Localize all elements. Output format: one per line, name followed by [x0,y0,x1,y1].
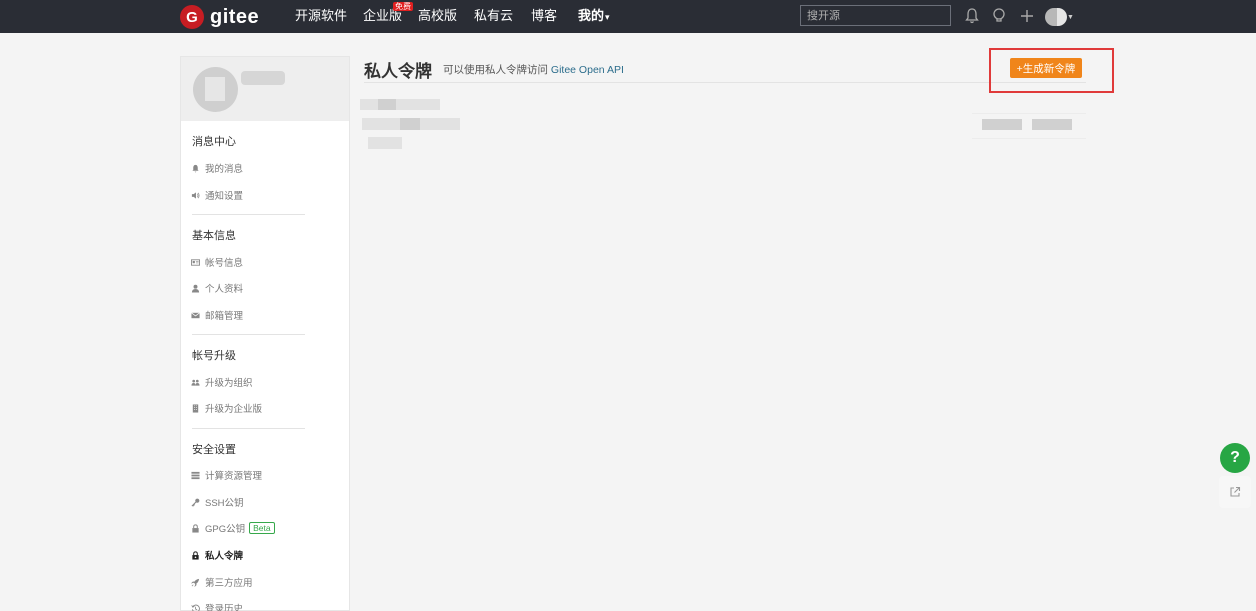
sidebar-profile-header [181,57,349,121]
chevron-down-icon: ▼ [1067,14,1074,21]
history-icon [191,604,200,611]
gitee-logo-icon: G [180,5,204,29]
sidebar-item-label: 登录历史 [205,604,244,611]
section-title-security: 安全设置 [192,444,236,456]
free-badge: 免费 [393,2,413,11]
sidebar-item-gpg-keys[interactable]: GPG公钥 Beta [191,521,275,535]
sidebar-item-upgrade-org[interactable]: 升级为组织 [191,375,253,389]
bell-icon [192,164,199,173]
sidebar-item-account-info[interactable]: 帐号信息 [191,255,243,269]
sidebar-item-label: 通知设置 [205,191,244,202]
open-api-link[interactable]: Gitee Open API [551,64,624,76]
mail-icon [191,312,200,318]
redacted-token-action[interactable] [1032,119,1072,130]
redacted-token-date [368,137,402,149]
external-link-icon [1230,486,1241,497]
lightbulb-icon[interactable] [991,7,1007,25]
sidebar-item-label: 第三方应用 [205,578,253,589]
generate-token-button[interactable]: +生成新令牌 [1010,58,1082,78]
key-icon [191,498,200,506]
sidebar-item-label: 私人令牌 [205,551,244,562]
nav-blog[interactable]: 博客 [531,8,557,24]
section-title-messages: 消息中心 [192,136,236,148]
sidebar-item-compute-resources[interactable]: 计算资源管理 [191,468,262,482]
sidebar-divider [192,334,305,335]
gitee-logo[interactable]: G gitee [180,5,259,29]
bell-icon[interactable] [964,7,980,25]
page-description-text: 可以使用私人令牌访问 [443,64,548,76]
section-title-account-upgrade: 帐号升级 [192,350,236,362]
redacted-token-name [360,99,440,110]
sidebar-item-label: 升级为组织 [205,378,253,389]
section-title-basic-info: 基本信息 [192,230,236,242]
sidebar-item-label: 个人资料 [205,284,244,295]
redacted-token-action[interactable] [982,119,1022,130]
sidebar-item-label: 我的消息 [205,164,244,175]
server-icon [191,471,200,479]
group-icon [191,379,200,386]
speaker-icon [191,191,200,199]
sidebar-item-notification-settings[interactable]: 通知设置 [191,188,243,202]
sidebar-item-third-party-apps[interactable]: 第三方应用 [191,575,253,589]
top-navbar: G gitee 开源软件 企业版 免费 高校版 私有云 博客 我的▾ ▼ [0,0,1256,33]
sidebar-item-my-messages[interactable]: 我的消息 [191,161,243,175]
sidebar-divider [192,428,305,429]
sidebar-divider [192,214,305,215]
sidebar-item-label: 邮箱管理 [205,311,244,322]
nav-mine[interactable]: 我的▾ [578,8,610,25]
title-divider [364,82,1086,83]
sidebar-item-label: 计算资源管理 [205,471,263,482]
sidebar-item-profile[interactable]: 个人资料 [191,281,243,295]
sidebar-item-login-history[interactable]: 登录历史 [191,601,243,611]
nav-private-cloud[interactable]: 私有云 [474,8,513,24]
nav-university[interactable]: 高校版 [418,8,457,24]
settings-sidebar: 消息中心 我的消息 通知设置 基本信息 帐号信息 个人资料 邮箱管理 帐号升级 … [180,56,350,611]
sidebar-item-ssh-keys[interactable]: SSH公钥 [191,495,244,509]
id-card-icon [191,258,200,266]
token-row-divider [972,138,1086,139]
sidebar-item-email[interactable]: 邮箱管理 [191,308,243,322]
help-button[interactable]: ? [1220,443,1250,473]
feedback-button[interactable] [1219,476,1251,508]
lock-icon [192,550,199,560]
page-description: 可以使用私人令牌访问 Gitee Open API [443,62,624,77]
nav-mine-label: 我的 [578,8,605,23]
sidebar-item-label: SSH公钥 [205,498,244,509]
sidebar-item-private-tokens[interactable]: 私人令牌 [191,548,243,562]
username-redacted [241,71,285,85]
lock-icon [192,523,199,533]
plus-icon[interactable] [1019,7,1035,25]
avatar[interactable] [193,67,238,112]
sidebar-item-label: 帐号信息 [205,258,244,269]
user-icon [191,284,200,293]
beta-badge: Beta [249,522,275,534]
page-title: 私人令牌 [364,62,432,81]
chevron-down-icon: ▾ [605,12,610,22]
token-row-divider [972,113,1086,114]
sidebar-item-upgrade-enterprise[interactable]: 升级为企业版 [191,401,262,415]
nav-open-source[interactable]: 开源软件 [295,8,347,24]
gitee-logo-text: gitee [210,5,260,28]
rocket-icon [191,578,200,587]
avatar [1045,8,1057,26]
user-avatar-menu[interactable]: ▼ [1045,8,1074,26]
building-icon [192,403,199,413]
search-input[interactable] [800,5,951,26]
sidebar-item-label: GPG公钥 [205,524,246,535]
sidebar-item-label: 升级为企业版 [205,404,263,415]
